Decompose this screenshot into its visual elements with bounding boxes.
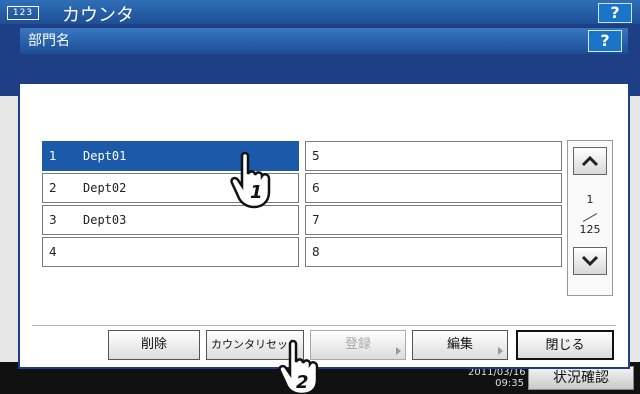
- counter-badge: 123: [7, 6, 39, 20]
- close-button[interactable]: 閉じる: [516, 330, 614, 360]
- register-button[interactable]: 登録: [310, 330, 406, 360]
- page-total: 125: [579, 223, 601, 236]
- callout-number-1: 1: [250, 182, 263, 203]
- list-item-5[interactable]: 5: [305, 141, 562, 171]
- list-item-number: 6: [312, 181, 320, 195]
- hand-pointer-icon: 2: [278, 340, 319, 394]
- dialog-title-text: 部門名: [28, 33, 70, 49]
- edit-button[interactable]: 編集: [412, 330, 508, 360]
- page-current: 1: [586, 193, 594, 206]
- department-dialog: 部門名 ? 1 Dept01 2 Dept02 3 Dept03 4 5 6 7…: [18, 26, 630, 369]
- list-item-number: 7: [312, 213, 320, 227]
- register-label: 登録: [344, 337, 371, 352]
- status-check-button[interactable]: 状況確認: [528, 366, 634, 390]
- background-left-panel: [0, 96, 18, 362]
- triangle-icon: [396, 347, 401, 355]
- dialog-title: 部門名: [20, 28, 628, 54]
- list-item-number: 3: [49, 213, 57, 227]
- list-item-name: Dept01: [83, 149, 127, 163]
- list-item-name: Dept02: [83, 181, 127, 195]
- footer-separator: [32, 325, 616, 326]
- list-item-number: 2: [49, 181, 57, 195]
- list-item-7[interactable]: 7: [305, 205, 562, 235]
- list-item-name: Dept03: [83, 213, 127, 227]
- triangle-icon: [498, 347, 503, 355]
- list-item-number: 1: [49, 149, 57, 163]
- help-button-background[interactable]: ?: [598, 3, 632, 23]
- chevron-up-icon: [581, 155, 599, 167]
- callout-number-2: 2: [296, 372, 309, 393]
- clock: 2011/03/16 09:35: [468, 367, 526, 389]
- list-item-number: 8: [312, 245, 320, 259]
- list-item-number: 5: [312, 149, 320, 163]
- edit-label: 編集: [446, 337, 473, 352]
- delete-button[interactable]: 削除: [108, 330, 200, 360]
- chevron-down-icon: [581, 255, 599, 267]
- hand-pointer-icon: 1: [230, 151, 271, 209]
- page-divider: [582, 213, 598, 222]
- list-item-6[interactable]: 6: [305, 173, 562, 203]
- pager: 1 125: [567, 140, 613, 296]
- dialog-band: [20, 54, 628, 84]
- list-item-8[interactable]: 8: [305, 237, 562, 267]
- list-item-4[interactable]: 4: [42, 237, 299, 267]
- page-down-button[interactable]: [573, 247, 607, 275]
- background-right-panel: [630, 96, 640, 362]
- page-up-button[interactable]: [573, 147, 607, 175]
- list-item-number: 4: [49, 245, 57, 259]
- help-button[interactable]: ?: [588, 30, 622, 52]
- background-header: 123 カウンタ: [0, 0, 640, 26]
